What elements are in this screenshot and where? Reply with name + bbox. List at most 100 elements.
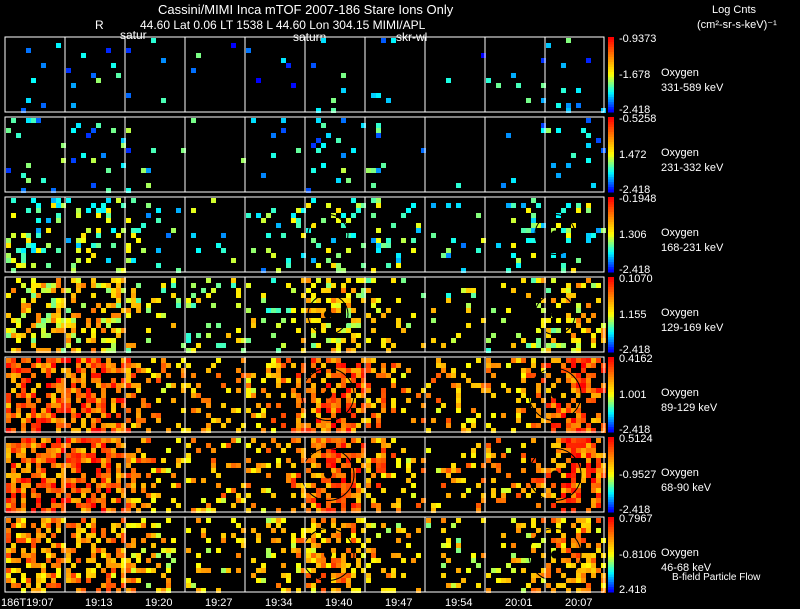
heatmap-cell	[111, 368, 116, 373]
heatmap-cell	[566, 418, 571, 423]
heatmap-cell	[111, 563, 116, 568]
heatmap-cell	[6, 558, 11, 563]
heatmap-cell	[136, 558, 141, 563]
heatmap-cell	[141, 538, 146, 543]
heatmap-cell	[326, 563, 331, 568]
heatmap-cell	[316, 423, 321, 428]
heatmap-cell	[526, 583, 531, 588]
heatmap-cell	[551, 518, 556, 523]
heatmap-cell	[596, 453, 601, 458]
heatmap-cell	[16, 278, 21, 283]
heatmap-cell	[326, 403, 331, 408]
heatmap-cell	[356, 468, 361, 473]
heatmap-cell	[381, 488, 386, 493]
heatmap-cell	[366, 278, 371, 283]
heatmap-cell	[56, 248, 61, 253]
heatmap-cell	[311, 63, 316, 68]
heatmap-cell	[556, 408, 561, 413]
heatmap-cell	[56, 303, 61, 308]
heatmap-cell	[556, 358, 561, 363]
heatmap-cell	[81, 518, 86, 523]
heatmap-cell	[131, 543, 136, 548]
panel-1	[4, 116, 614, 193]
heatmap-cell	[391, 383, 396, 388]
heatmap-cell	[316, 533, 321, 538]
colorbar-max: 0.1070	[619, 273, 653, 285]
heatmap-cell	[496, 568, 501, 573]
heatmap-cell	[316, 553, 321, 558]
heatmap-cell	[71, 438, 76, 443]
heatmap-cell	[46, 303, 51, 308]
heatmap-cell	[411, 558, 416, 563]
heatmap-cell	[466, 418, 471, 423]
heatmap-cell	[156, 468, 161, 473]
heatmap-cell	[366, 313, 371, 318]
heatmap-cell	[511, 203, 516, 208]
heatmap-cell	[366, 463, 371, 468]
heatmap-cell	[486, 453, 491, 458]
heatmap-cell	[431, 418, 436, 423]
heatmap-cell	[176, 438, 181, 443]
heatmap-cell	[351, 533, 356, 538]
heatmap-cell	[271, 518, 276, 523]
heatmap-cell	[376, 468, 381, 473]
heatmap-cell	[391, 438, 396, 443]
heatmap-cell	[376, 308, 381, 313]
heatmap-cell	[441, 573, 446, 578]
heatmap-cell	[91, 503, 96, 508]
heatmap-cell	[201, 288, 206, 293]
heatmap-cell	[346, 178, 351, 183]
heatmap-cell	[326, 493, 331, 498]
heatmap-cell	[561, 343, 566, 348]
heatmap-cell	[511, 243, 516, 248]
heatmap-cell	[196, 343, 201, 348]
heatmap-cell	[26, 463, 31, 468]
heatmap-cell	[296, 473, 301, 478]
heatmap-cell	[456, 408, 461, 413]
heatmap-cell	[401, 408, 406, 413]
heatmap-cell	[51, 453, 56, 458]
heatmap-cell	[516, 263, 521, 268]
heatmap-cell	[441, 253, 446, 258]
heatmap-cell	[511, 253, 516, 258]
heatmap-cell	[111, 338, 116, 343]
heatmap-cell	[356, 318, 361, 323]
heatmap-cell	[6, 473, 11, 478]
heatmap-cell	[26, 413, 31, 418]
heatmap-cell	[526, 368, 531, 373]
heatmap-cell	[6, 358, 11, 363]
heatmap-cell	[586, 423, 591, 428]
heatmap-cell	[376, 458, 381, 463]
heatmap-cell	[306, 548, 311, 553]
heatmap-cell	[256, 568, 261, 573]
heatmap-cell	[576, 498, 581, 503]
heatmap-cell	[101, 478, 106, 483]
heatmap-cell	[551, 493, 556, 498]
heatmap-cell	[31, 493, 36, 498]
heatmap-cell	[106, 478, 111, 483]
heatmap-cell	[316, 413, 321, 418]
heatmap-cell	[126, 408, 131, 413]
heatmap-cell	[511, 518, 516, 523]
heatmap-cell	[126, 463, 131, 468]
heatmap-cell	[376, 373, 381, 378]
heatmap-cell	[336, 483, 341, 488]
heatmap-cell	[566, 203, 571, 208]
heatmap-cell	[136, 568, 141, 573]
heatmap-cell	[246, 483, 251, 488]
heatmap-cell	[46, 243, 51, 248]
heatmap-cell	[251, 388, 256, 393]
heatmap-cell	[336, 533, 341, 538]
heatmap-cell	[311, 523, 316, 528]
heatmap-cell	[281, 393, 286, 398]
heatmap-cell	[391, 38, 396, 43]
heatmap-cell	[391, 398, 396, 403]
heatmap-cell	[571, 153, 576, 158]
energy-label: 168-231 keV	[661, 242, 724, 254]
heatmap-cell	[221, 568, 226, 573]
heatmap-cell	[11, 558, 16, 563]
heatmap-cell	[46, 383, 51, 388]
heatmap-cell	[506, 488, 511, 493]
heatmap-cell	[376, 398, 381, 403]
heatmap-cell	[106, 463, 111, 468]
